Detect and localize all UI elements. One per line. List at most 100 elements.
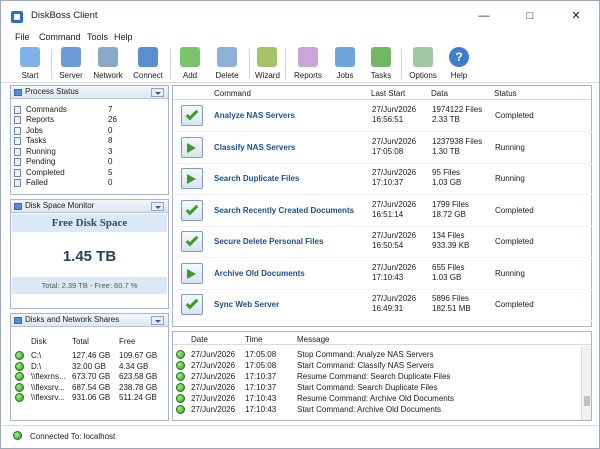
command-name: Search Duplicate Files — [214, 174, 300, 183]
document-icon — [14, 148, 21, 156]
jobs-icon — [335, 47, 355, 67]
document-icon — [14, 137, 21, 145]
command-name: Classify NAS Servers — [214, 142, 296, 152]
add-button[interactable]: Add — [177, 47, 203, 81]
disks-panel: Disks and Network Shares Disk Total Free… — [10, 313, 169, 421]
stat-row: Tasks 8 — [14, 136, 114, 146]
checkmark-icon — [181, 231, 203, 252]
data-size: 1.03 GB — [432, 178, 462, 187]
ok-status-icon — [15, 372, 24, 381]
tasks-button[interactable]: Tasks — [369, 47, 393, 81]
document-icon — [14, 106, 21, 114]
disk-space-summary: Total: 2.39 TB - Free: 60.7 % — [12, 277, 167, 294]
menu-bar: File Command Tools Help — [1, 31, 599, 45]
command-name: Analyze NAS Servers — [214, 111, 295, 120]
log-time: 17:10:37 — [245, 372, 277, 381]
log-message: Stop Command: Analyze NAS Servers — [297, 350, 434, 359]
log-panel: Date Time Message 27/Jun/2026 17:05:08 Sto… — [172, 331, 592, 421]
add-folder-icon — [180, 47, 200, 67]
panel-icon — [14, 317, 22, 324]
table-row[interactable]: Sync Web Server 27/Jun/2026 16:49:31 5896 F… — [174, 290, 592, 321]
start-button[interactable]: Start — [15, 47, 45, 81]
log-time: 17:10:43 — [245, 394, 277, 403]
data-size: 1.30 TB — [432, 146, 460, 156]
command-status: Running — [495, 268, 525, 278]
maximize-button[interactable]: □ — [507, 1, 553, 31]
col-disk[interactable]: Disk — [31, 337, 47, 346]
table-row[interactable]: Secure Delete Personal Files 27/Jun/2026 1… — [174, 227, 592, 258]
last-start-time: 17:10:37 — [372, 178, 404, 187]
wizard-icon — [257, 47, 277, 67]
disks-header: Disks and Network Shares — [11, 314, 168, 327]
help-button[interactable]: ? Help — [447, 47, 471, 81]
file-count: 655 Files — [432, 262, 465, 272]
network-button[interactable]: Network — [93, 47, 123, 81]
close-button[interactable]: ✕ — [553, 1, 599, 31]
minimize-button[interactable]: — — [461, 1, 507, 31]
options-button[interactable]: Options — [409, 47, 437, 81]
col-total[interactable]: Total — [72, 337, 89, 346]
checkmark-icon — [181, 199, 203, 221]
log-date: 27/Jun/2026 — [191, 394, 236, 403]
process-status-header: Process Status — [11, 86, 168, 99]
reports-icon — [298, 47, 318, 67]
last-start-date: 27/Jun/2026 — [372, 136, 417, 146]
delete-button[interactable]: Delete — [213, 47, 241, 81]
ok-status-icon — [15, 383, 24, 392]
menu-file[interactable]: File — [15, 32, 30, 42]
panel-icon — [14, 89, 22, 96]
menu-help[interactable]: Help — [114, 32, 133, 42]
stat-row: Pending 0 — [14, 157, 114, 167]
toolbar: Start Server Network Connect Add Delete … — [1, 45, 599, 83]
col-free[interactable]: Free — [119, 337, 135, 346]
file-count: 5896 Files — [432, 294, 469, 303]
free-space-heading: Free Disk Space — [12, 214, 167, 232]
checkmark-icon — [181, 105, 203, 126]
connect-button[interactable]: Connect — [133, 47, 163, 81]
connection-status-icon — [13, 431, 22, 440]
help-icon: ? — [449, 47, 469, 67]
col-time[interactable]: Time — [245, 335, 262, 344]
menu-command[interactable]: Command — [39, 32, 81, 42]
last-start-date: 27/Jun/2026 — [372, 262, 417, 272]
ok-status-icon — [176, 361, 185, 370]
data-size: 1.03 GB — [432, 272, 462, 282]
table-row[interactable]: Analyze NAS Servers 27/Jun/2026 16:56:51 19… — [174, 101, 592, 132]
panel-menu-button[interactable] — [151, 202, 164, 211]
log-message: Start Command: Archive Old Documents — [297, 405, 442, 414]
col-status[interactable]: Status — [494, 89, 517, 98]
panel-menu-button[interactable] — [151, 316, 164, 325]
last-start-time: 17:10:43 — [372, 272, 404, 282]
command-name: Search Recently Created Documents — [214, 205, 355, 215]
table-row[interactable]: Search Duplicate Files 27/Jun/2026 17:10:3… — [174, 164, 592, 195]
col-date[interactable]: Date — [191, 335, 208, 344]
file-count: 1799 Files — [432, 199, 469, 209]
command-status: Completed — [495, 300, 534, 309]
ok-status-icon — [176, 394, 185, 403]
col-message[interactable]: Message — [297, 335, 329, 344]
wizard-button[interactable]: Wizard — [255, 47, 280, 81]
last-start-time: 16:56:51 — [372, 115, 404, 124]
table-row[interactable]: Classify NAS Servers 27/Jun/2026 17:05:08 1… — [174, 133, 592, 164]
connection-status-text: Connected To: localhost — [30, 432, 116, 441]
reports-button[interactable]: Reports — [293, 47, 323, 81]
ok-status-icon — [15, 362, 24, 371]
panel-menu-button[interactable] — [151, 88, 164, 97]
last-start-time: 16:51:14 — [372, 209, 404, 219]
file-count: 95 Files — [432, 168, 461, 177]
log-scrollbar[interactable] — [581, 346, 591, 420]
options-icon — [413, 47, 433, 67]
jobs-button[interactable]: Jobs — [333, 47, 357, 81]
network-icon — [98, 47, 118, 67]
table-row[interactable]: Archive Old Documents 27/Jun/2026 17:10:43… — [174, 259, 592, 290]
menu-tools[interactable]: Tools — [87, 32, 108, 42]
server-button[interactable]: Server — [57, 47, 85, 81]
table-row[interactable]: Search Recently Created Documents 27/Jun/… — [174, 196, 592, 227]
col-last-start[interactable]: Last Start — [371, 89, 405, 98]
file-count: 1237938 Files — [432, 136, 483, 146]
stat-row: Commands 7 — [14, 105, 114, 115]
col-data[interactable]: Data — [431, 89, 448, 98]
process-status-panel: Process Status Commands 7 Reports 26 Jobs 0… — [10, 85, 169, 195]
last-start-time: 17:05:08 — [372, 146, 404, 156]
col-command[interactable]: Command — [214, 89, 251, 98]
